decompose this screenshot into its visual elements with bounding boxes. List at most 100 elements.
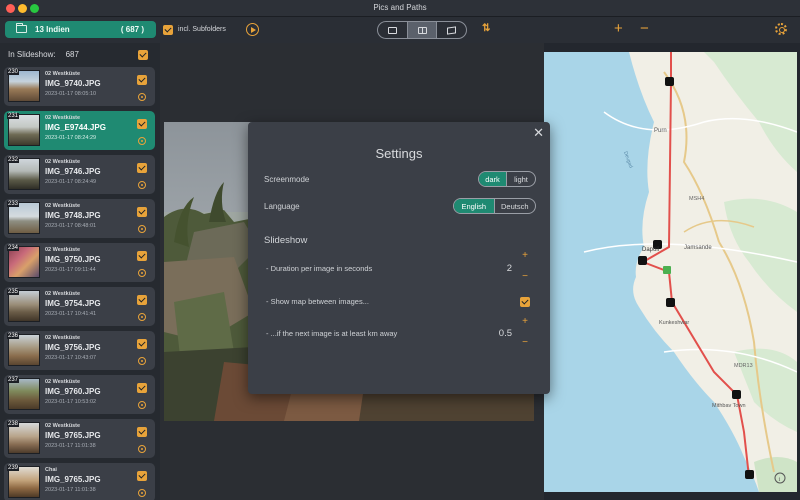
include-subfolders-label: incl. Subfolders — [178, 26, 226, 33]
view-mode-split[interactable] — [407, 22, 438, 38]
remove-button[interactable]: − — [640, 20, 649, 37]
add-button[interactable]: + — [614, 20, 623, 37]
close-icon[interactable]: ✕ — [533, 125, 544, 141]
item-include-checkbox[interactable] — [137, 383, 147, 393]
route-map[interactable]: Purn MSH4 Jamsande Dapoli Kunkeshwar MDR… — [544, 52, 797, 492]
app-window: Pics and Paths 13 Indien ( 687 ) incl. S… — [0, 0, 800, 500]
showmap-checkbox[interactable] — [520, 297, 530, 307]
item-filename: IMG_9748.JPG — [45, 211, 101, 220]
select-all-checkbox[interactable] — [138, 50, 148, 60]
map-label-kunkeshwar: Kunkeshwar — [659, 320, 689, 326]
item-number: 239 — [7, 465, 20, 471]
location-pin-icon[interactable] — [138, 313, 146, 321]
item-filename: IMG_9760.JPG — [45, 387, 101, 396]
image-list-item[interactable]: 235 02 Westküste IMG_9754.JPG 2023-01-17… — [4, 287, 155, 326]
view-mode-segmented-control — [377, 21, 467, 39]
location-pin-icon[interactable] — [138, 137, 146, 145]
distance-value: 0.5 — [498, 328, 512, 339]
image-list-item[interactable]: 230 02 Westküste IMG_9740.JPG 2023-01-17… — [4, 67, 155, 106]
item-number: 231 — [7, 113, 20, 119]
item-number: 237 — [7, 377, 20, 383]
distance-increment-button[interactable]: + — [520, 316, 530, 327]
item-date: 2023-01-17 08:05:10 — [45, 91, 97, 97]
location-pin-icon[interactable] — [138, 445, 146, 453]
item-number: 233 — [7, 201, 20, 207]
image-list-item-selected[interactable]: 231 02 Westküste IMG_E9744.JPG 2023-01-1… — [4, 111, 155, 150]
item-date: 2023-01-17 10:41:41 — [45, 311, 97, 317]
item-include-checkbox[interactable] — [137, 251, 147, 261]
slideshow-count-value: 687 — [65, 50, 79, 59]
item-date: 2023-01-17 09:11:44 — [45, 267, 96, 273]
image-list-item[interactable]: 238 02 Westküste IMG_9765.JPG 2023-01-17… — [4, 419, 155, 458]
image-list-item[interactable]: 233 02 Westküste IMG_9748.JPG 2023-01-17… — [4, 199, 155, 238]
view-mode-map[interactable] — [437, 22, 466, 38]
distance-decrement-button[interactable]: − — [520, 337, 530, 348]
map-label-purn: Purn — [654, 128, 667, 134]
location-pin-icon[interactable] — [138, 225, 146, 233]
item-include-checkbox[interactable] — [137, 471, 147, 481]
sort-icon[interactable]: ⇅ — [482, 23, 490, 34]
item-include-checkbox[interactable] — [137, 75, 147, 85]
map-label-mithbav: Mithbav Town — [712, 403, 746, 409]
item-date: 2023-01-17 11:01:38 — [45, 487, 96, 493]
folder-name: 13 Indien — [35, 25, 70, 34]
settings-title: Settings — [375, 146, 423, 161]
item-include-checkbox[interactable] — [137, 427, 147, 437]
showmap-label: - Show map between images... — [266, 297, 369, 306]
window-title: Pics and Paths — [373, 3, 427, 12]
settings-dialog: ✕ Settings Screenmode dark light Languag… — [248, 122, 550, 394]
item-include-checkbox[interactable] — [137, 295, 147, 305]
include-subfolders-checkbox[interactable] — [163, 25, 173, 35]
location-pin-icon[interactable] — [138, 269, 146, 277]
item-date: 2023-01-17 10:53:02 — [45, 399, 97, 405]
settings-gear-icon[interactable] — [775, 23, 787, 35]
item-number: 238 — [7, 421, 20, 427]
location-pin-icon[interactable] — [138, 401, 146, 409]
language-english-option[interactable]: English — [454, 199, 495, 213]
item-number: 234 — [7, 245, 20, 251]
duration-decrement-button[interactable]: − — [520, 271, 530, 282]
image-list-sidebar: In Slideshow: 687 230 02 Westküste IMG_97… — [0, 43, 160, 500]
item-folder: 02 Westküste — [45, 291, 81, 297]
item-filename: IMG_9754.JPG — [45, 299, 101, 308]
item-include-checkbox[interactable] — [137, 119, 147, 129]
location-pin-icon[interactable] — [138, 93, 146, 101]
location-pin-icon[interactable] — [138, 181, 146, 189]
image-view-icon — [387, 26, 397, 34]
distance-label: - ...if the next image is at least km aw… — [266, 329, 398, 338]
item-folder: 02 Westküste — [45, 71, 81, 77]
duration-value: 2 — [506, 263, 512, 274]
folder-count: ( 687 ) — [120, 25, 144, 34]
image-list-item[interactable]: 237 02 Westküste IMG_9760.JPG 2023-01-17… — [4, 375, 155, 414]
item-filename: IMG_9765.JPG — [45, 475, 101, 484]
location-pin-icon[interactable] — [138, 489, 146, 497]
item-date: 2023-01-17 11:01:38 — [45, 443, 96, 449]
map-label-dapoli: Dapoli — [642, 247, 659, 253]
item-include-checkbox[interactable] — [137, 207, 147, 217]
play-slideshow-button[interactable] — [246, 23, 259, 36]
item-date: 2023-01-17 08:48:01 — [45, 223, 97, 229]
language-label: Language — [264, 202, 300, 211]
slideshow-count-label: In Slideshow: — [8, 50, 56, 59]
screenmode-light-option[interactable]: light — [507, 172, 535, 186]
image-list-item[interactable]: 234 02 Westküste IMG_9750.JPG 2023-01-17… — [4, 243, 155, 282]
duration-label: - Duration per image in seconds — [266, 264, 373, 273]
duration-increment-button[interactable]: + — [520, 250, 530, 261]
item-folder: 02 Westküste — [45, 159, 81, 165]
item-include-checkbox[interactable] — [137, 339, 147, 349]
item-folder: 02 Westküste — [45, 379, 81, 385]
item-folder: Chai — [45, 467, 57, 473]
view-mode-image[interactable] — [378, 22, 408, 38]
location-pin-icon[interactable] — [138, 357, 146, 365]
language-deutsch-option[interactable]: Deutsch — [495, 199, 536, 213]
image-list-item[interactable]: 236 02 Westküste IMG_9756.JPG 2023-01-17… — [4, 331, 155, 370]
image-list-item[interactable]: 232 02 Westküste IMG_9746.JPG 2023-01-17… — [4, 155, 155, 194]
screenmode-dark-option[interactable]: dark — [479, 172, 507, 186]
item-folder: 02 Westküste — [45, 423, 81, 429]
folder-select-button[interactable]: 13 Indien ( 687 ) — [5, 21, 156, 38]
item-filename: IMG_9750.JPG — [45, 255, 101, 264]
item-include-checkbox[interactable] — [137, 163, 147, 173]
item-filename: IMG_9756.JPG — [45, 343, 101, 352]
image-list-item[interactable]: 239 Chai IMG_9765.JPG 2023-01-17 11:01:3… — [4, 463, 155, 500]
slideshow-count-header: In Slideshow: 687 — [8, 50, 79, 59]
